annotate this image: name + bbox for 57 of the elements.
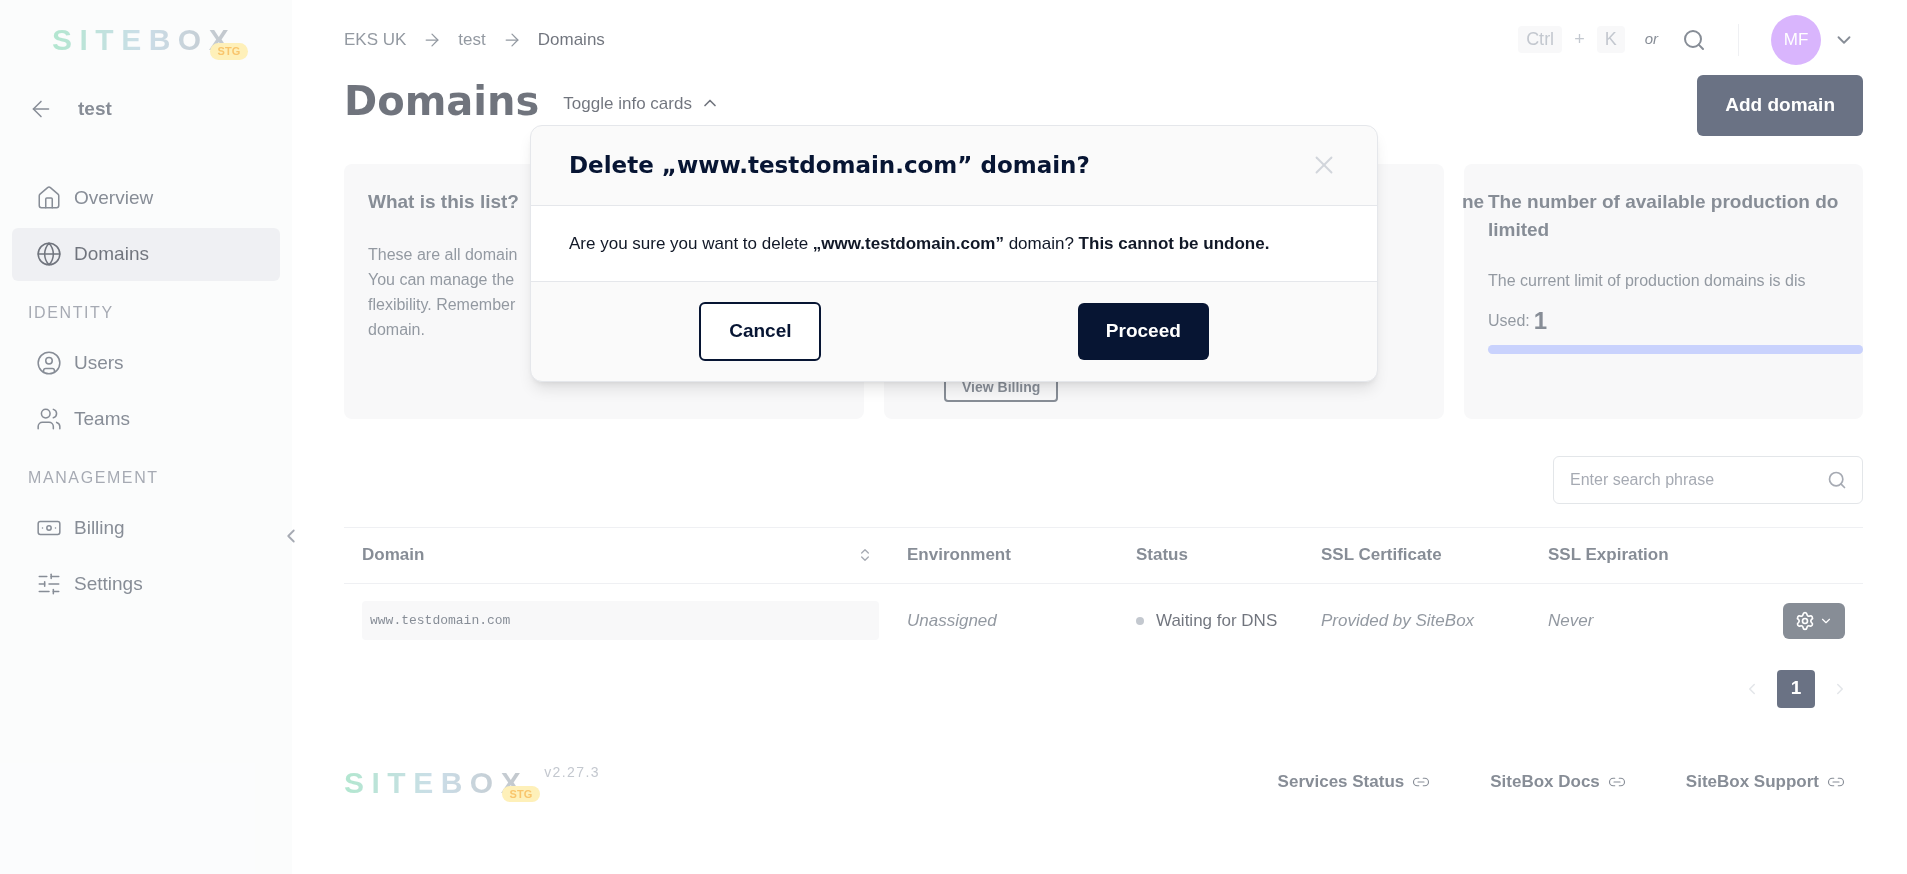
card-title: limited xyxy=(1488,218,1551,242)
card-title: What is this list? xyxy=(368,189,520,214)
footer-link[interactable]: SiteBox Docs xyxy=(1490,769,1626,795)
ssl-certificate-cell-text: Provided by SiteBox xyxy=(1320,609,1476,632)
page-button[interactable]: 1 xyxy=(1777,669,1815,708)
card-text: These are all domain xyxy=(368,245,518,265)
card-text: You can manage the xyxy=(368,270,515,290)
section-heading: MANAGEMENT xyxy=(27,467,160,488)
shortcut-key: + xyxy=(1574,26,1585,53)
back-link[interactable]: test xyxy=(0,95,292,124)
footer-link[interactable]: Services Status xyxy=(1277,769,1431,795)
card-text: The current limit of production domains is dis xyxy=(1488,270,1807,291)
used-value: 1 xyxy=(1533,308,1548,333)
column-header: Status xyxy=(1136,544,1188,567)
environment-cell-text: Unassigned xyxy=(906,609,998,632)
house-icon xyxy=(36,184,62,211)
column-header: Environment xyxy=(907,544,1011,567)
gear-icon xyxy=(1795,610,1815,631)
sidebar-item[interactable]: Billing xyxy=(12,501,280,554)
add-domain-button[interactable]: Add domain xyxy=(1697,75,1863,136)
search-button[interactable] xyxy=(1682,27,1706,52)
sidebar-item[interactable]: Domains xyxy=(12,228,280,281)
card-title: ne xyxy=(1462,189,1485,214)
row-actions-button[interactable] xyxy=(1783,602,1845,639)
toggle-info-cards-button[interactable]: Toggle info cards xyxy=(563,90,720,116)
sidebar-item[interactable]: Overview xyxy=(12,171,280,224)
dialog-message: Are you sure you want to delete „www.testdomain.com” domain? This cannot be undone. xyxy=(531,205,1377,282)
breadcrumb-link[interactable]: EKS UK xyxy=(344,26,407,53)
search-icon xyxy=(1827,469,1847,490)
globe-icon xyxy=(36,241,62,268)
column-header: SSL Certificate xyxy=(1321,544,1442,567)
domain-cell: www.testdomain.com xyxy=(362,600,879,641)
footer-link[interactable]: SiteBox Support xyxy=(1685,769,1845,795)
ssl-expiration-cell-text: Never xyxy=(1548,609,1594,632)
card-text: flexibility. Remember xyxy=(368,295,516,315)
column-header: Domain xyxy=(362,544,425,567)
card-title: The number of available production do xyxy=(1488,189,1840,214)
breadcrumb-link[interactable]: Domains xyxy=(537,26,605,53)
avatar[interactable]: MF xyxy=(1771,14,1821,65)
section-heading: IDENTITY xyxy=(27,302,115,323)
search-field[interactable]: Enter search phrase xyxy=(1553,455,1863,504)
dialog-title: Delete „www.testdomain.com” domain? xyxy=(569,151,1090,180)
user-icon xyxy=(36,349,62,376)
card-text: domain. xyxy=(368,320,425,340)
page-title: Domains xyxy=(344,77,540,126)
version-label: v2.27.3 xyxy=(544,762,600,782)
column-header: SSL Expiration xyxy=(1548,544,1669,567)
search-icon xyxy=(1682,27,1706,52)
sidebar-item[interactable]: Settings xyxy=(12,558,280,611)
sidebar-item[interactable]: Teams xyxy=(12,393,280,446)
proceed-button[interactable]: Proceed xyxy=(1077,303,1209,360)
used-label: Used: xyxy=(1488,310,1530,331)
sidebar-item[interactable]: Users xyxy=(12,336,280,389)
status-cell-text: Waiting for DNS xyxy=(1156,609,1278,632)
or-label: or xyxy=(1644,29,1658,50)
breadcrumb-link[interactable]: test xyxy=(458,26,486,53)
cancel-button[interactable]: Cancel xyxy=(699,302,822,361)
